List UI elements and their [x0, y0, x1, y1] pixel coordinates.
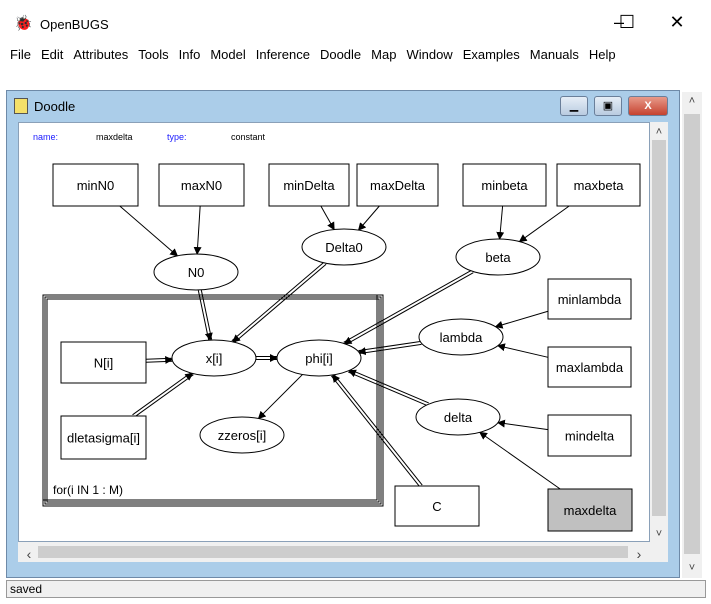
- node-label: maxdelta: [564, 503, 618, 518]
- node-xi[interactable]: x[i]: [171, 339, 257, 377]
- node-Ni[interactable]: N[i]: [60, 341, 147, 384]
- type-value[interactable]: constant: [231, 132, 265, 142]
- node-maxN0[interactable]: maxN0: [158, 163, 245, 207]
- node-label: maxlambda: [556, 360, 624, 375]
- node-label: minN0: [77, 178, 115, 193]
- app-vertical-scroll-thumb[interactable]: [684, 114, 700, 554]
- plate[interactable]: for(i IN 1 : M): [42, 294, 384, 507]
- node-maxbeta[interactable]: maxbeta: [556, 163, 641, 207]
- menu-manuals[interactable]: Manuals: [530, 44, 579, 66]
- node-label: minDelta: [283, 178, 335, 193]
- node-N0[interactable]: N0: [153, 253, 239, 291]
- edge-minDelta-Delta0: [320, 205, 335, 231]
- app-scroll-up-icon[interactable]: ˄: [685, 95, 699, 107]
- menu-info[interactable]: Info: [179, 44, 201, 66]
- node-zzeros[interactable]: zzeros[i]: [199, 416, 285, 454]
- node-minDelta[interactable]: minDelta: [268, 163, 350, 207]
- node-mindelta[interactable]: mindelta: [547, 414, 632, 457]
- node-label: lambda: [440, 330, 483, 345]
- edge-minbeta-beta: [496, 205, 505, 241]
- node-Delta0[interactable]: Delta0: [301, 228, 387, 266]
- name-label: name:: [33, 132, 59, 142]
- menu-help[interactable]: Help: [589, 44, 616, 66]
- node-label: mindelta: [565, 429, 615, 444]
- doodle-graph[interactable]: for(i IN 1 : M) minN0 maxN0 minDelta maxDelt…: [19, 123, 650, 542]
- edge-maxDelta-Delta0: [357, 205, 380, 231]
- maximize-button[interactable]: ☐: [612, 12, 642, 33]
- node-minbeta[interactable]: minbeta: [462, 163, 547, 207]
- node-label: maxDelta: [370, 178, 426, 193]
- bug-icon: 🐞: [14, 15, 33, 32]
- menu-window[interactable]: Window: [406, 44, 452, 66]
- node-delta[interactable]: delta: [415, 398, 501, 436]
- doodle-vertical-scroll-thumb[interactable]: [652, 140, 666, 516]
- node-label: minlambda: [558, 292, 622, 307]
- doodle-horizontal-scroll-thumb[interactable]: [38, 546, 628, 558]
- app-title: OpenBUGS: [40, 17, 109, 32]
- app-scroll-down-icon[interactable]: ˅: [685, 562, 699, 574]
- node-maxDelta[interactable]: maxDelta: [356, 163, 439, 207]
- menu-attributes[interactable]: Attributes: [73, 44, 128, 66]
- edge-minlambda-lambda: [494, 310, 549, 329]
- scroll-up-icon[interactable]: ˄: [652, 126, 666, 138]
- doodle-window-title: Doodle: [34, 99, 76, 114]
- menu-map[interactable]: Map: [371, 44, 396, 66]
- node-label: zzeros[i]: [218, 428, 266, 443]
- menu-tools[interactable]: Tools: [138, 44, 168, 66]
- scroll-down-icon[interactable]: ˅: [652, 528, 666, 540]
- menu-doodle[interactable]: Doodle: [320, 44, 361, 66]
- node-label: C: [432, 499, 441, 514]
- doodle-minimize-button[interactable]: ▁: [560, 96, 588, 116]
- doodle-canvas[interactable]: for(i IN 1 : M) minN0 maxN0 minDelta maxDelt…: [18, 122, 650, 542]
- close-button[interactable]: ✕: [662, 12, 692, 33]
- node-label: beta: [485, 250, 511, 265]
- scroll-left-icon[interactable]: ‹: [22, 546, 36, 562]
- menu-examples[interactable]: Examples: [463, 44, 520, 66]
- node-label: phi[i]: [305, 351, 332, 366]
- node-minN0[interactable]: minN0: [52, 163, 139, 207]
- edge-maxlambda-lambda: [496, 343, 549, 358]
- node-label: N0: [188, 265, 205, 280]
- node-phii[interactable]: phi[i]: [276, 339, 362, 377]
- scroll-right-icon[interactable]: ›: [632, 546, 646, 562]
- plate-label: for(i IN 1 : M): [53, 483, 123, 497]
- node-maxdelta[interactable]: maxdelta: [547, 488, 633, 532]
- app-title-bar: 🐞 OpenBUGS – ☐ ✕: [0, 0, 711, 40]
- node-label: x[i]: [206, 351, 223, 366]
- name-value[interactable]: maxdelta: [96, 132, 133, 142]
- doodle-close-button[interactable]: X: [628, 96, 668, 116]
- node-maxlambda[interactable]: maxlambda: [547, 346, 632, 388]
- edge-Ni-xi: [145, 355, 174, 364]
- status-bar: saved: [6, 580, 706, 598]
- edge-maxbeta-beta: [518, 205, 570, 243]
- edge-phii-zzeros: [257, 374, 303, 420]
- menu-edit[interactable]: Edit: [41, 44, 63, 66]
- node-label: maxN0: [181, 178, 222, 193]
- node-label: Delta0: [325, 240, 363, 255]
- node-lambda[interactable]: lambda: [418, 318, 504, 356]
- menu-model[interactable]: Model: [210, 44, 245, 66]
- doodle-document-icon: [14, 98, 28, 114]
- node-minlambda[interactable]: minlambda: [547, 278, 632, 320]
- node-label: minbeta: [481, 178, 528, 193]
- node-dletasigma[interactable]: dletasigma[i]: [60, 415, 147, 460]
- edge-minN0-N0: [119, 205, 179, 257]
- node-label: maxbeta: [574, 178, 625, 193]
- menu-inference[interactable]: Inference: [256, 44, 310, 66]
- menu-bar: File Edit Attributes Tools Info Model Inferenc…: [10, 44, 700, 66]
- edge-lambda-phii: [357, 340, 422, 356]
- node-beta[interactable]: beta: [455, 238, 541, 276]
- edge-maxN0-N0: [193, 205, 202, 256]
- edge-delta-phii: [347, 368, 429, 407]
- doodle-restore-button[interactable]: ▣: [594, 96, 622, 116]
- menu-file[interactable]: File: [10, 44, 31, 66]
- edge-mindelta-delta: [496, 419, 549, 431]
- node-C[interactable]: C: [394, 485, 480, 527]
- type-label: type:: [167, 132, 187, 142]
- node-label: delta: [444, 410, 473, 425]
- edge-xi-phii: [256, 354, 278, 362]
- edge-Delta0-xi: [231, 261, 327, 344]
- node-label: dletasigma[i]: [67, 431, 140, 446]
- node-label: N[i]: [94, 356, 114, 371]
